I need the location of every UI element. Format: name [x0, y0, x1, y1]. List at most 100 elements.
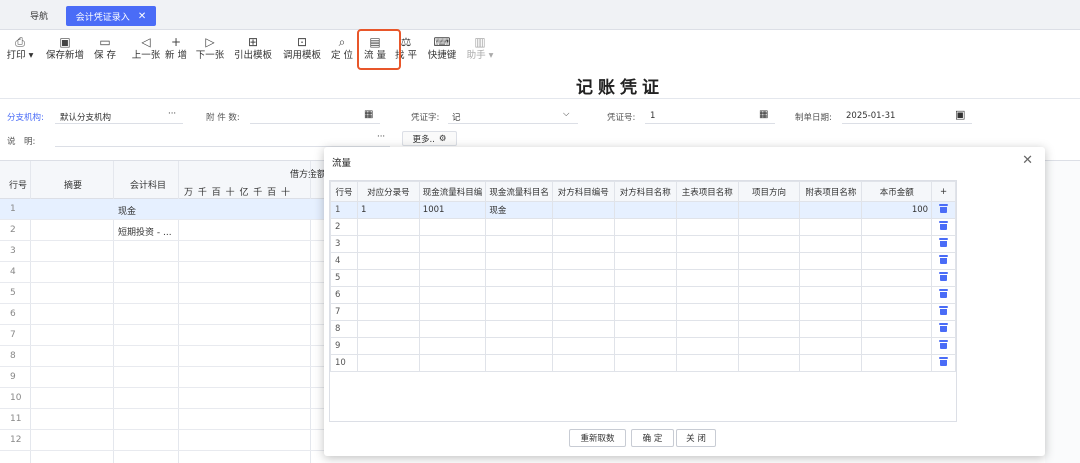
table-cell[interactable]	[675, 286, 739, 304]
tab-close-icon[interactable]: ✕	[138, 11, 146, 22]
table-cell[interactable]	[551, 286, 615, 304]
table-cell[interactable]	[356, 303, 420, 321]
print-button[interactable]: ⎙ 打印 ▾	[0, 34, 40, 70]
add-row-button[interactable]: +	[931, 181, 956, 202]
table-cell[interactable]	[613, 337, 677, 355]
table-cell[interactable]	[485, 252, 553, 270]
table-cell[interactable]	[418, 218, 487, 236]
table-cell[interactable]	[613, 252, 677, 270]
attach-calendar-icon[interactable]: ▦	[364, 109, 373, 120]
table-cell[interactable]	[356, 286, 420, 304]
use-template-button[interactable]: ⊡ 调用模板	[282, 34, 322, 70]
save-new-button[interactable]: ▣ 保存新增	[45, 34, 85, 70]
table-cell[interactable]	[675, 354, 739, 372]
table-cell[interactable]	[861, 269, 933, 287]
table-cell[interactable]	[737, 354, 801, 372]
table-cell[interactable]	[737, 235, 801, 253]
table-cell[interactable]	[675, 269, 739, 287]
table-cell[interactable]	[418, 354, 487, 372]
table-cell[interactable]	[485, 286, 553, 304]
table-cell[interactable]	[613, 320, 677, 338]
table-cell[interactable]	[551, 201, 615, 219]
table-cell[interactable]	[799, 286, 863, 304]
table-row[interactable]: 8	[330, 320, 956, 338]
table-cell[interactable]	[356, 235, 420, 253]
table-cell[interactable]	[799, 354, 863, 372]
delete-row-button[interactable]	[931, 201, 956, 219]
tab-navigation[interactable]: 导航	[30, 9, 48, 22]
table-cell[interactable]	[485, 218, 553, 236]
ok-button[interactable]: 确 定	[631, 429, 674, 447]
table-row[interactable]: 5	[330, 269, 956, 287]
table-cell[interactable]	[613, 303, 677, 321]
table-cell[interactable]	[551, 218, 615, 236]
refetch-button[interactable]: 重新取数	[569, 429, 626, 447]
table-cell[interactable]	[737, 269, 801, 287]
table-cell[interactable]	[485, 303, 553, 321]
table-cell[interactable]	[613, 354, 677, 372]
table-row[interactable]: 1 现金	[0, 199, 330, 220]
table-row[interactable]: 7	[0, 325, 330, 346]
table-cell[interactable]	[675, 252, 739, 270]
table-cell[interactable]	[613, 286, 677, 304]
delete-row-button[interactable]	[931, 286, 956, 304]
table-row[interactable]: 2 短期投资 - ...	[0, 220, 330, 241]
table-cell[interactable]: 现金	[485, 201, 553, 219]
table-cell[interactable]	[737, 286, 801, 304]
table-cell[interactable]	[418, 286, 487, 304]
table-row[interactable]: 11	[0, 409, 330, 430]
table-row[interactable]: 12	[0, 430, 330, 451]
save-button[interactable]: ▭ 保 存	[85, 34, 125, 70]
table-cell[interactable]	[675, 235, 739, 253]
table-row[interactable]: 6	[330, 286, 956, 304]
table-cell[interactable]	[861, 337, 933, 355]
table-cell[interactable]	[356, 320, 420, 338]
table-cell[interactable]	[861, 286, 933, 304]
attach-field[interactable]	[250, 123, 380, 124]
table-cell[interactable]: 100	[861, 201, 933, 219]
close-icon[interactable]: ✕	[1022, 153, 1033, 168]
table-cell[interactable]: 1	[356, 201, 420, 219]
table-cell[interactable]	[675, 337, 739, 355]
table-cell[interactable]	[737, 252, 801, 270]
assistant-button[interactable]: ▥ 助手 ▾	[460, 34, 500, 70]
delete-row-button[interactable]	[931, 218, 956, 236]
table-cell[interactable]	[861, 218, 933, 236]
table-row[interactable]: 3	[330, 235, 956, 253]
tab-voucher-entry[interactable]: 会计凭证录入 ✕	[66, 6, 156, 26]
table-cell[interactable]	[861, 235, 933, 253]
table-cell[interactable]	[485, 235, 553, 253]
table-cell[interactable]	[799, 252, 863, 270]
table-cell[interactable]	[551, 320, 615, 338]
table-cell[interactable]	[861, 354, 933, 372]
table-cell[interactable]	[861, 252, 933, 270]
table-cell[interactable]	[799, 303, 863, 321]
delete-row-button[interactable]	[931, 320, 956, 338]
memo-more-button[interactable]: ···	[377, 132, 385, 142]
delete-row-button[interactable]	[931, 337, 956, 355]
table-cell[interactable]	[675, 218, 739, 236]
row-account[interactable]: 短期投资 - ...	[118, 225, 172, 238]
table-cell[interactable]: 1001	[418, 201, 487, 219]
table-row[interactable]: 4	[0, 262, 330, 283]
table-cell[interactable]	[356, 354, 420, 372]
table-cell[interactable]	[418, 235, 487, 253]
table-row[interactable]: 1 1 1001 现金 100	[330, 201, 956, 219]
table-cell[interactable]	[799, 269, 863, 287]
table-cell[interactable]	[737, 320, 801, 338]
table-row[interactable]: 4	[330, 252, 956, 270]
table-row[interactable]: 9	[330, 337, 956, 355]
table-cell[interactable]	[613, 269, 677, 287]
table-row[interactable]: 10	[330, 354, 956, 372]
table-cell[interactable]	[356, 269, 420, 287]
delete-row-button[interactable]	[931, 354, 956, 372]
delete-row-button[interactable]	[931, 235, 956, 253]
more-button[interactable]: 更多.. ⚙	[402, 131, 457, 146]
table-cell[interactable]	[551, 354, 615, 372]
voucher-word-field[interactable]: 记	[452, 111, 461, 123]
table-row[interactable]: 3	[0, 241, 330, 262]
table-row[interactable]: 8	[0, 346, 330, 367]
table-cell[interactable]	[737, 201, 801, 219]
table-cell[interactable]	[356, 337, 420, 355]
table-cell[interactable]	[418, 337, 487, 355]
